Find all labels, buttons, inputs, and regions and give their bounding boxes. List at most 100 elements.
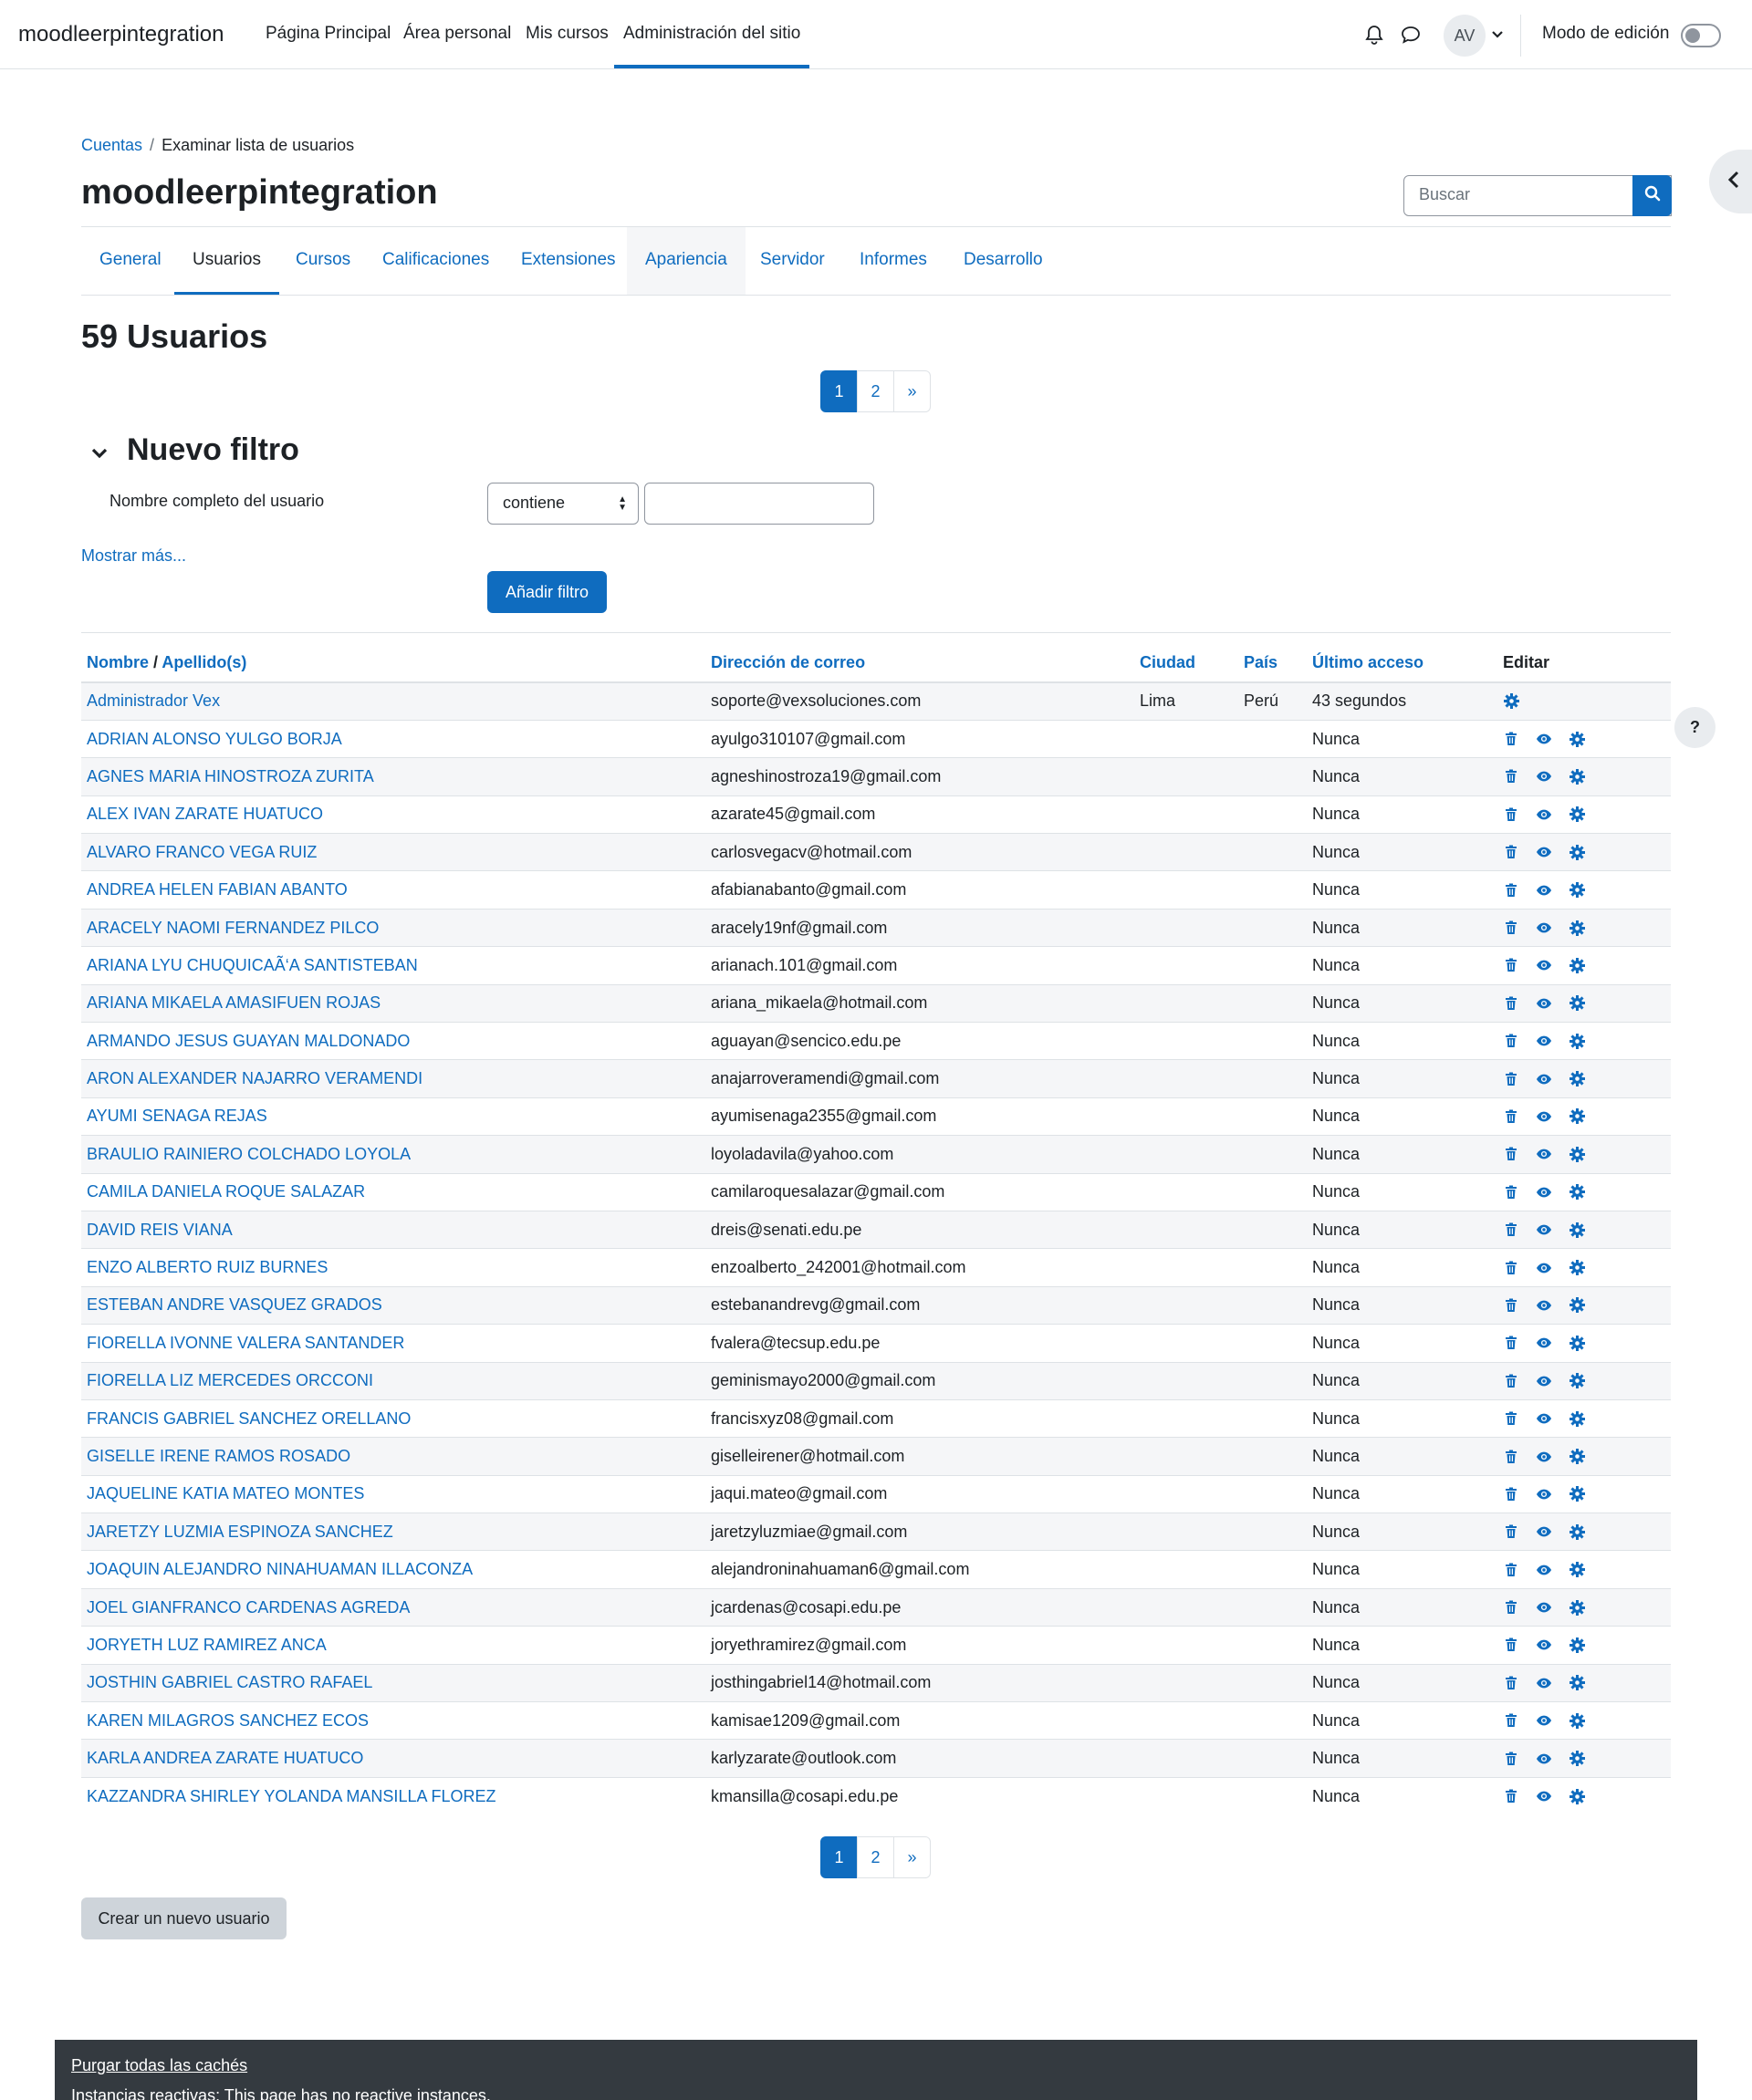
eye-icon[interactable] <box>1536 1712 1552 1729</box>
eye-icon[interactable] <box>1536 1410 1552 1427</box>
gear-icon[interactable] <box>1569 1033 1585 1049</box>
gear-icon[interactable] <box>1569 882 1585 899</box>
eye-icon[interactable] <box>1536 957 1552 973</box>
nav-dashboard[interactable]: Área personal <box>403 24 511 44</box>
trash-icon[interactable] <box>1503 1712 1519 1729</box>
trash-icon[interactable] <box>1503 995 1519 1012</box>
user-name-link[interactable]: AGNES MARIA HINOSTROZA ZURITA <box>87 767 374 785</box>
eye-icon[interactable] <box>1536 1373 1552 1389</box>
gear-icon[interactable] <box>1569 1410 1585 1427</box>
user-name-link[interactable]: DAVID REIS VIANA <box>87 1221 233 1239</box>
trash-icon[interactable] <box>1503 844 1519 860</box>
page-1-button[interactable]: 1 <box>820 1836 858 1878</box>
next-page-button[interactable]: » <box>893 370 931 412</box>
filter-value-input[interactable] <box>644 483 874 525</box>
user-name-link[interactable]: KAREN MILAGROS SANCHEZ ECOS <box>87 1711 369 1730</box>
user-name-link[interactable]: ALEX IVAN ZARATE HUATUCO <box>87 805 323 823</box>
trash-icon[interactable] <box>1503 957 1519 973</box>
gear-icon[interactable] <box>1569 1788 1585 1804</box>
user-name-link[interactable]: KARLA ANDREA ZARATE HUATUCO <box>87 1749 363 1767</box>
gear-icon[interactable] <box>1569 1523 1585 1540</box>
eye-icon[interactable] <box>1536 1297 1552 1314</box>
trash-icon[interactable] <box>1503 1335 1519 1351</box>
eye-icon[interactable] <box>1536 844 1552 860</box>
trash-icon[interactable] <box>1503 1373 1519 1389</box>
gear-icon[interactable] <box>1569 1562 1585 1578</box>
user-name-link[interactable]: ESTEBAN ANDRE VASQUEZ GRADOS <box>87 1295 382 1314</box>
eye-icon[interactable] <box>1536 995 1552 1012</box>
trash-icon[interactable] <box>1503 1033 1519 1049</box>
trash-icon[interactable] <box>1503 768 1519 785</box>
user-name-link[interactable]: FIORELLA IVONNE VALERA SANTANDER <box>87 1334 404 1352</box>
eye-icon[interactable] <box>1536 1486 1552 1502</box>
eye-icon[interactable] <box>1536 1449 1552 1465</box>
trash-icon[interactable] <box>1503 1222 1519 1238</box>
drawer-toggle-button[interactable] <box>1709 150 1752 213</box>
add-filter-button[interactable]: Añadir filtro <box>487 571 607 613</box>
gear-icon[interactable] <box>1569 1260 1585 1276</box>
gear-icon[interactable] <box>1569 731 1585 747</box>
tab-server[interactable]: Servidor <box>742 227 843 295</box>
sort-by-last-access[interactable]: Último acceso <box>1312 653 1424 671</box>
gear-icon[interactable] <box>1569 995 1585 1012</box>
gear-icon[interactable] <box>1569 768 1585 785</box>
sort-by-name[interactable]: Nombre <box>87 653 149 671</box>
eye-icon[interactable] <box>1536 1184 1552 1201</box>
gear-icon[interactable] <box>1569 1108 1585 1125</box>
eye-icon[interactable] <box>1536 882 1552 899</box>
trash-icon[interactable] <box>1503 1146 1519 1162</box>
user-name-link[interactable]: JOAQUIN ALEJANDRO NINAHUAMAN ILLACONZA <box>87 1560 473 1578</box>
eye-icon[interactable] <box>1536 1146 1552 1162</box>
gear-icon[interactable] <box>1569 1675 1585 1691</box>
eye-icon[interactable] <box>1536 1637 1552 1653</box>
gear-icon[interactable] <box>1569 1449 1585 1465</box>
gear-icon[interactable] <box>1503 693 1519 710</box>
chevron-down-icon[interactable] <box>1491 26 1504 45</box>
eye-icon[interactable] <box>1536 1675 1552 1691</box>
user-name-link[interactable]: FRANCIS GABRIEL SANCHEZ ORELLANO <box>87 1409 411 1428</box>
nav-site-admin[interactable]: Administración del sitio <box>623 24 800 44</box>
help-button[interactable]: ? <box>1674 707 1716 748</box>
trash-icon[interactable] <box>1503 1675 1519 1691</box>
trash-icon[interactable] <box>1503 1788 1519 1804</box>
user-name-link[interactable]: ARMANDO JESUS GUAYAN MALDONADO <box>87 1032 410 1050</box>
trash-icon[interactable] <box>1503 1486 1519 1502</box>
user-name-link[interactable]: JOSTHIN GABRIEL CASTRO RAFAEL <box>87 1673 372 1691</box>
gear-icon[interactable] <box>1569 1222 1585 1238</box>
page-1-button[interactable]: 1 <box>820 370 858 412</box>
trash-icon[interactable] <box>1503 1184 1519 1201</box>
eye-icon[interactable] <box>1536 920 1552 936</box>
tab-reports[interactable]: Informes <box>841 227 945 295</box>
gear-icon[interactable] <box>1569 1751 1585 1767</box>
eye-icon[interactable] <box>1536 1335 1552 1351</box>
user-name-link[interactable]: ANDREA HELEN FABIAN ABANTO <box>87 880 348 899</box>
eye-icon[interactable] <box>1536 1562 1552 1578</box>
user-name-link[interactable]: JOEL GIANFRANCO CARDENAS AGREDA <box>87 1598 410 1617</box>
sort-by-country[interactable]: País <box>1244 653 1278 671</box>
tab-courses[interactable]: Cursos <box>277 227 369 295</box>
eye-icon[interactable] <box>1536 1260 1552 1276</box>
user-name-link[interactable]: FIORELLA LIZ MERCEDES ORCCONI <box>87 1371 373 1389</box>
trash-icon[interactable] <box>1503 1108 1519 1125</box>
eye-icon[interactable] <box>1536 1523 1552 1540</box>
user-name-link[interactable]: ADRIAN ALONSO YULGO BORJA <box>87 730 342 748</box>
tab-appearance[interactable]: Apariencia <box>627 227 746 295</box>
sort-by-surname[interactable]: Apellido(s) <box>162 653 246 671</box>
tab-grades[interactable]: Calificaciones <box>364 227 507 295</box>
gear-icon[interactable] <box>1569 1297 1585 1314</box>
user-name-link[interactable]: Administrador Vex <box>87 691 220 710</box>
breadcrumb-parent[interactable]: Cuentas <box>81 136 142 154</box>
eye-icon[interactable] <box>1536 1222 1552 1238</box>
trash-icon[interactable] <box>1503 1071 1519 1087</box>
edit-mode-toggle[interactable] <box>1681 24 1721 47</box>
user-name-link[interactable]: JARETZY LUZMIA ESPINOZA SANCHEZ <box>87 1523 393 1541</box>
gear-icon[interactable] <box>1569 1184 1585 1201</box>
gear-icon[interactable] <box>1569 1335 1585 1351</box>
user-name-link[interactable]: ARON ALEXANDER NAJARRO VERAMENDI <box>87 1069 422 1087</box>
trash-icon[interactable] <box>1503 731 1519 747</box>
trash-icon[interactable] <box>1503 920 1519 936</box>
user-name-link[interactable]: ALVARO FRANCO VEGA RUIZ <box>87 843 317 861</box>
next-page-button[interactable]: » <box>893 1836 931 1878</box>
search-button[interactable] <box>1632 175 1672 216</box>
tab-users[interactable]: Usuarios <box>174 227 279 295</box>
